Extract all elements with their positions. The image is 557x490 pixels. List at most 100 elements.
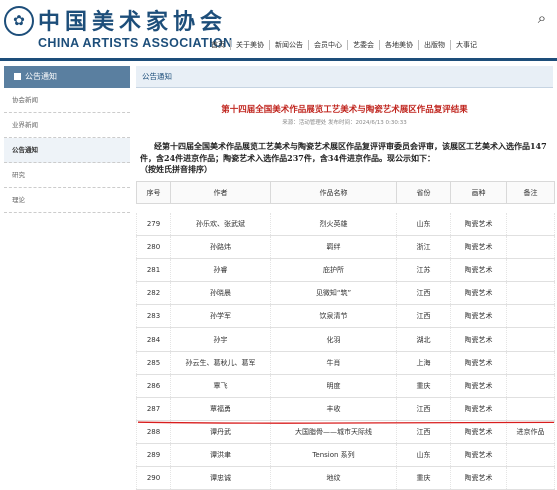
column-header: 作品名称 [270,181,397,204]
site-logo-english[interactable]: CHINA ARTISTS ASSOCIATION [38,36,233,50]
nav-item[interactable]: 各地美协 [380,40,419,50]
table-cell: 重庆 [396,466,451,490]
table-cell: 284 [136,327,171,352]
main-content: 公告通知 第十四届全国美术作品展览工艺美术与陶瓷艺术展区作品复评结果 来源：活动… [136,66,553,174]
sidebar-item[interactable]: 研究 [4,163,130,188]
table-cell: 江西 [396,397,451,421]
table-row: 281 孙睿 庇护所 江苏 陶瓷艺术 [136,258,555,283]
table-cell: 陶瓷艺术 [450,466,507,490]
table-row: 279 孙乐欢、张武斌 烈火英雄 山东 陶瓷艺术 [136,213,555,237]
table-cell: 孙乐欢、张武斌 [170,213,271,237]
table-cell [506,397,555,421]
table-row: 290 谭忠诚 地纹 重庆 陶瓷艺术 [136,466,555,490]
table-cell: 化羽 [270,327,397,352]
sidebar-list: 协会新闻 业界新闻 公告通知 研究 理论 [4,88,130,213]
nav-item[interactable]: 艺委会 [348,40,380,50]
table-row: 285 孙云生、葛秋儿、葛军 牛肖 上海 陶瓷艺术 [136,351,555,375]
table-cell: 279 [136,213,171,237]
table-cell: 覃飞 [170,374,271,398]
table-cell [506,443,555,468]
table-cell: 江西 [396,281,451,306]
table-cell: 上海 [396,351,451,375]
table-cell [506,466,555,490]
table-row: 280 孙路炜 羁绊 浙江 陶瓷艺术 [136,235,555,260]
table-cell: 山东 [396,443,451,468]
sidebar-title-label: 公告通知 [25,72,57,81]
table-cell: 见微知“筑” [270,281,397,306]
table-cell: 江苏 [396,258,451,283]
table-cell: 重庆 [396,374,451,398]
table-cell: 282 [136,281,171,306]
table-cell [506,374,555,398]
table-gap-cell [136,203,555,213]
table-row: 284 孙宇 化羽 湖北 陶瓷艺术 [136,327,555,352]
table-cell: 谭忠诚 [170,466,271,490]
table-cell: Tension 系列 [270,443,397,468]
column-header: 画种 [450,181,507,204]
table-cell: 丰收 [270,397,397,421]
table-cell: 陶瓷艺术 [450,304,507,329]
column-header: 作者 [170,181,271,204]
table-cell: 陶瓷艺术 [450,235,507,260]
table-cell: 饮泉清节 [270,304,397,329]
article-meta: 来源：活动管理处 发布时间：2024/6/13 0:30:33 [282,120,407,126]
table-cell [506,235,555,260]
table-cell: 孙宇 [170,327,271,352]
nav-divider [0,58,557,61]
table-header: 序号 作者 作品名称 省份 画种 备注 [136,181,555,204]
table-cell: 孙路炜 [170,235,271,260]
table-cell: 283 [136,304,171,329]
table-cell: 陶瓷艺术 [450,351,507,375]
main-nav: 首页 关于美协 新闻公告 会员中心 艺委会 各地美协 出版物 大事记 [206,40,482,50]
article-body: 经第十四届全国美术作品展览工艺美术与陶瓷艺术展区作品复评评审委员会评审，该展区工… [140,141,550,176]
table-cell: 山东 [396,213,451,237]
table-cell: 陶瓷艺术 [450,397,507,421]
nav-item[interactable]: 会员中心 [309,40,348,50]
table-cell [506,281,555,306]
nav-item[interactable]: 关于美协 [231,40,270,50]
table-cell [506,258,555,283]
article-title: 第十四届全国美术作品展览工艺美术与陶瓷艺术展区作品复评结果 [221,105,468,115]
column-header: 序号 [136,181,171,204]
sidebar-item[interactable]: 业界新闻 [4,113,130,138]
search-icon[interactable]: ⌕ [532,8,552,28]
nav-item[interactable]: 出版物 [419,40,451,50]
sidebar-item[interactable]: 公告通知 [4,138,130,163]
site-logo-chinese[interactable]: 中国美术家协会 [38,4,227,36]
emblem-icon[interactable]: ✿ [4,6,34,36]
table-cell: 烈火英雄 [270,213,397,237]
table-cell [506,213,555,237]
table-cell [506,304,555,329]
nav-item[interactable]: 大事记 [451,40,482,50]
article-note: （按姓氏拼音排序） [140,164,212,174]
table-cell: 陶瓷艺术 [450,213,507,237]
table-cell: 陶瓷艺术 [450,374,507,398]
breadcrumb[interactable]: 公告通知 [136,66,553,88]
table-cell [506,351,555,375]
table-cell: 地纹 [270,466,397,490]
table-cell: 280 [136,235,171,260]
table-cell: 281 [136,258,171,283]
red-underline-annotation [138,421,554,424]
table-cell: 孙云生、葛秋儿、葛军 [170,351,271,375]
table-cell: 287 [136,397,171,421]
table-cell: 285 [136,351,171,375]
results-table: 序号 作者 作品名称 省份 画种 备注 279 孙乐欢、张武斌 烈火英雄 山东 陶瓷艺术 280 孙路… [136,181,555,490]
nav-item[interactable]: 首页 [206,40,231,50]
table-cell: 羁绊 [270,235,397,260]
table-cell: 明度 [270,374,397,398]
table-cell: 290 [136,466,171,490]
article-paragraph: 经第十四届全国美术作品展览工艺美术与陶瓷艺术展区作品复评评审委员会评审，该展区工… [140,141,547,163]
table-cell: 庇护所 [270,258,397,283]
table-cell: 牛肖 [270,351,397,375]
table-cell: 浙江 [396,235,451,260]
column-header: 备注 [506,181,555,204]
table-cell: 湖北 [396,327,451,352]
sidebar-item[interactable]: 理论 [4,188,130,213]
sidebar-item[interactable]: 协会新闻 [4,88,130,113]
table-row: 287 覃福勇 丰收 江西 陶瓷艺术 [136,397,555,421]
table-cell: 孙晓晨 [170,281,271,306]
table-cell: 陶瓷艺术 [450,443,507,468]
table-row: 282 孙晓晨 见微知“筑” 江西 陶瓷艺术 [136,281,555,306]
nav-item[interactable]: 新闻公告 [270,40,309,50]
